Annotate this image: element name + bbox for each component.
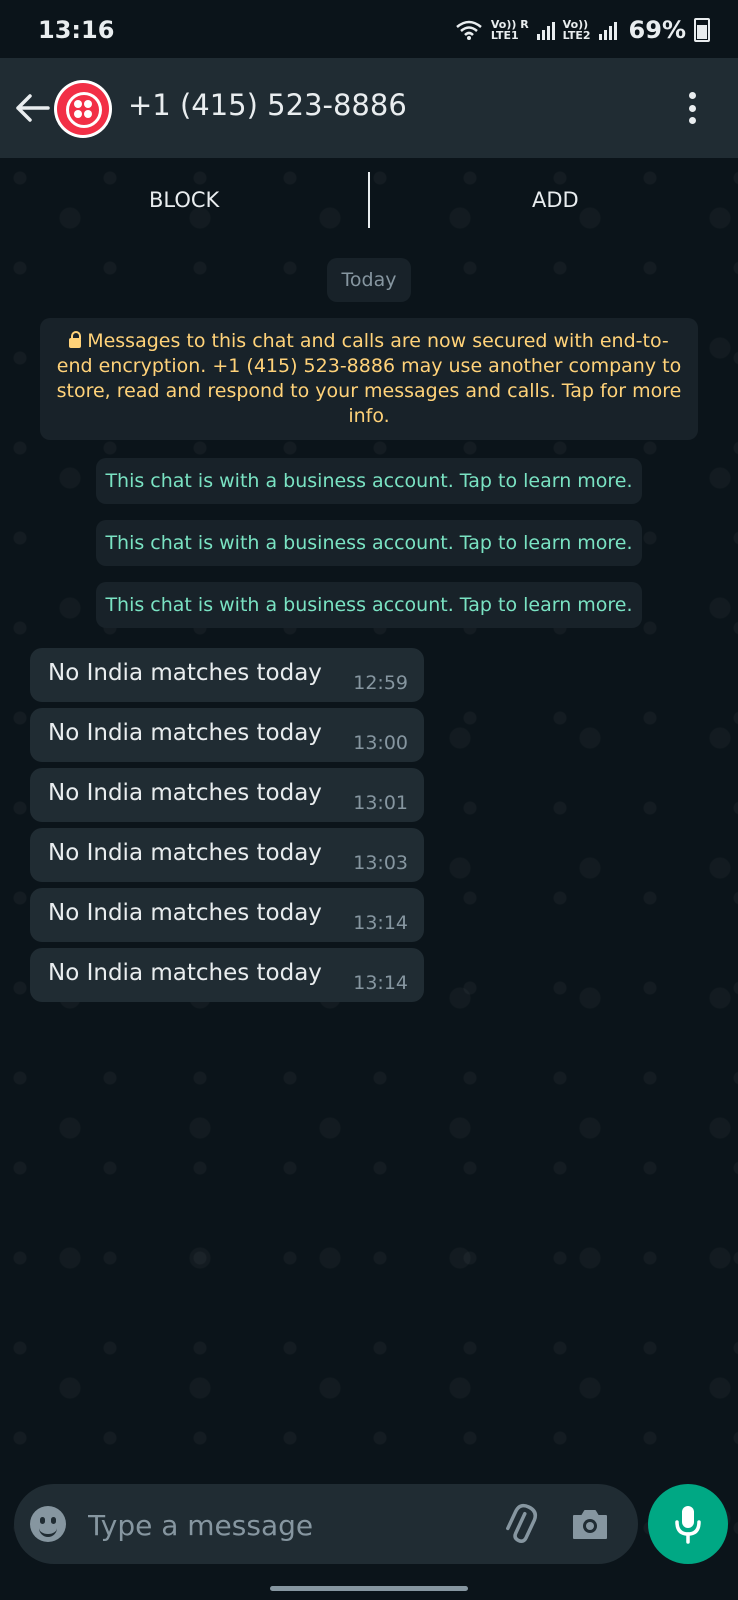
home-indicator[interactable] [270,1586,468,1591]
camera-button[interactable] [570,1506,610,1542]
add-contact-button[interactable]: ADD [532,188,579,212]
status-time: 13:16 [38,16,115,44]
signal-icon [536,20,555,40]
microphone-icon [675,1506,701,1544]
back-button[interactable] [12,82,52,134]
encryption-notice[interactable]: Messages to this chat and calls are now … [40,318,698,440]
status-icons: Vo)) R LTE1 Vo)) LTE2 69% [455,14,710,46]
contact-avatar[interactable] [54,80,112,138]
wifi-icon [456,20,482,40]
action-divider [368,172,370,228]
date-chip: Today [327,258,411,302]
attach-button[interactable] [498,1502,542,1546]
message-text: No India matches today [48,840,322,866]
message-text: No India matches today [48,660,322,686]
encryption-notice-text: Messages to this chat and calls are now … [56,330,682,427]
incoming-message[interactable]: No India matches today 13:01 [30,768,424,822]
status-bar: 13:16 Vo)) R LTE1 Vo)) LTE2 69% [0,0,738,58]
message-time: 13:01 [353,792,408,814]
block-button[interactable]: BLOCK [149,188,219,212]
sim2-label: Vo)) LTE2 [562,18,591,42]
sim1-label: Vo)) R LTE1 [490,18,529,42]
business-account-notice[interactable]: This chat is with a business account. Ta… [96,458,642,504]
message-time: 12:59 [353,672,408,694]
unknown-contact-actions: BLOCK ADD [0,158,738,238]
message-text: No India matches today [48,780,322,806]
message-text: No India matches today [48,900,322,926]
message-composer [14,1484,638,1564]
incoming-message[interactable]: No India matches today 13:00 [30,708,424,762]
message-time: 13:00 [353,732,408,754]
incoming-message[interactable]: No India matches today 13:14 [30,888,424,942]
battery-percent: 69% [628,16,686,44]
lock-icon [69,331,82,348]
more-options-button[interactable] [682,88,702,128]
message-text: No India matches today [48,960,322,986]
contact-name[interactable]: +1 (415) 523-8886 [128,88,407,122]
paperclip-icon [506,1503,538,1543]
chat-header: +1 (415) 523-8886 [0,58,738,158]
message-time: 13:14 [353,972,408,994]
message-input[interactable] [86,1502,500,1548]
signal-icon [598,20,617,40]
business-account-notice[interactable]: This chat is with a business account. Ta… [96,520,642,566]
more-vertical-icon [688,92,696,99]
voice-message-button[interactable] [648,1484,728,1564]
arrow-left-icon [16,94,50,122]
emoji-icon[interactable] [30,1506,66,1542]
incoming-message[interactable]: No India matches today 13:14 [30,948,424,1002]
business-account-notice[interactable]: This chat is with a business account. Ta… [96,582,642,628]
battery-icon [694,18,710,42]
message-text: No India matches today [48,720,322,746]
message-time: 13:14 [353,912,408,934]
twilio-logo-icon [57,83,109,135]
incoming-message[interactable]: No India matches today 13:03 [30,828,424,882]
incoming-message[interactable]: No India matches today 12:59 [30,648,424,702]
camera-icon [573,1510,607,1539]
message-time: 13:03 [353,852,408,874]
